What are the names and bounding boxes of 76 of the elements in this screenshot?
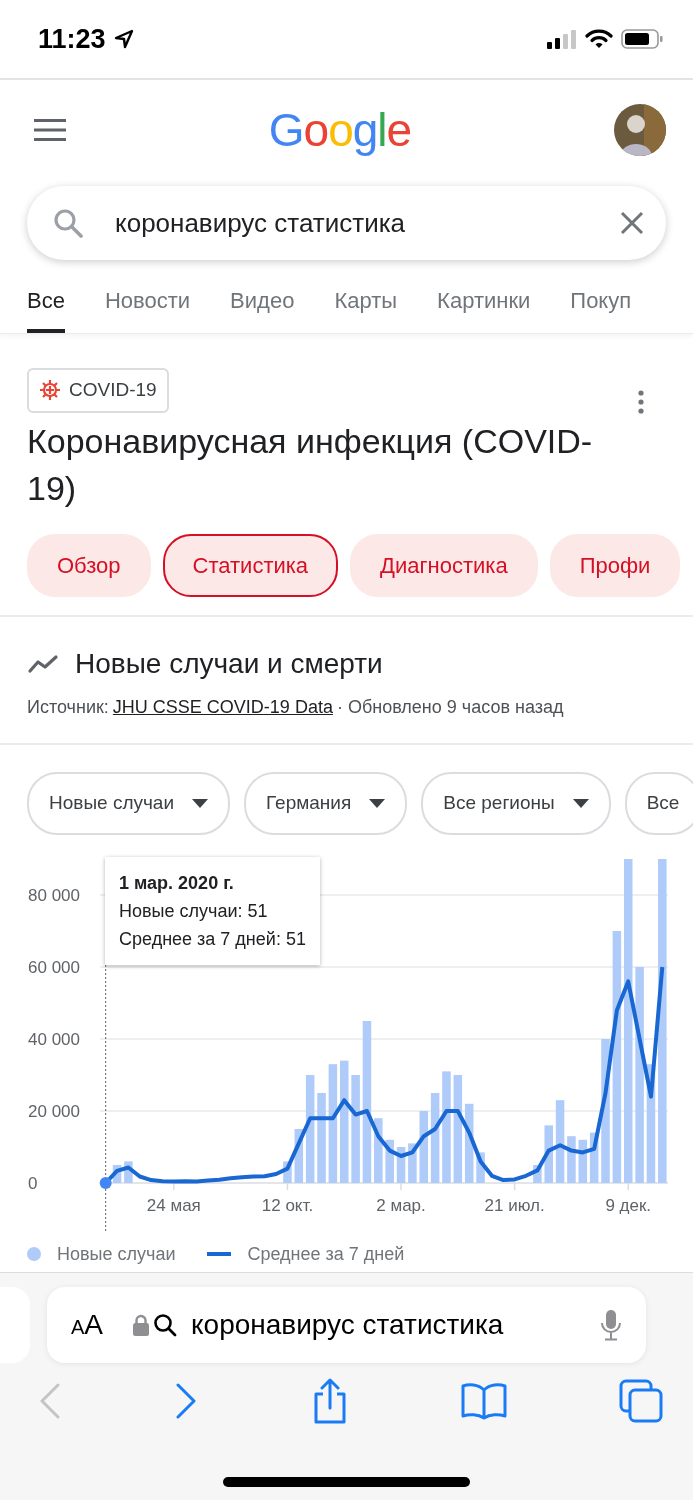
bar [396,1146,406,1183]
trend-icon [27,653,59,675]
microphone-icon[interactable] [600,1309,622,1341]
avatar[interactable] [614,104,666,156]
source-label: Источник: [27,696,109,719]
address-bar[interactable]: AA коронавирус статистика [47,1287,646,1363]
axis-label: 12 окт. [261,1195,314,1215]
tab[interactable]: Все [27,278,65,333]
virus-icon [39,379,61,402]
tooltip-title: 1 мар. 2020 г. [119,871,235,895]
legend-swatch [27,1247,41,1261]
tab[interactable]: Новости [104,278,191,333]
bar [385,1139,394,1183]
bar [533,1164,542,1183]
chip-tab[interactable]: Обзор [27,534,151,597]
tab[interactable]: Картинки [437,278,531,333]
bar [476,1151,485,1183]
dropdown[interactable]: Германия [244,772,408,835]
location-icon [113,29,134,49]
tab[interactable]: Карты [334,278,398,333]
bar [374,1117,383,1183]
logo: Google [268,102,412,158]
axis-label: 9 дек. [605,1195,652,1215]
updated-text: · Обновлено 9 часов назад [336,696,564,719]
menu-icon[interactable] [34,118,66,142]
axis-label: 80 000 [28,885,80,905]
axis-label: 24 мая [146,1195,201,1215]
search-field[interactable]: коронавирус статистика [113,202,590,244]
chip-tab[interactable]: Диагностика [350,534,538,597]
bar [408,1142,417,1183]
source-link[interactable]: JHU CSSE COVID-19 Data [112,694,333,721]
caret-icon [369,798,386,808]
text-size-button[interactable]: AA [71,1304,104,1346]
legend-label: Среднее за 7 дней [247,1242,405,1266]
more-icon[interactable] [637,390,645,414]
legend-swatch [207,1252,232,1256]
bar [283,1160,292,1183]
dropdown[interactable]: Все регионы [421,772,611,835]
book-icon[interactable] [460,1382,507,1420]
bar [589,1132,599,1183]
battery-icon [621,29,663,49]
wifi-icon [585,29,613,49]
axis-label: 0 [28,1173,38,1193]
axis-label: 60 000 [28,957,80,977]
axis-label: 40 000 [28,1029,80,1049]
time-text: 11:23 [38,22,106,56]
tab[interactable]: Видео [230,278,295,333]
caret-icon [192,798,209,808]
hover-dot [99,1176,112,1189]
bar [112,1164,122,1183]
bar [567,1135,576,1183]
section-title: Новые случаи и смерти [75,647,383,681]
topic-chip[interactable]: COVID-19 [27,368,169,413]
axis-label: 2 мар. [376,1195,426,1215]
tabs-icon[interactable] [619,1379,663,1423]
bar [124,1160,133,1183]
legend-label: Новые случаи [57,1242,176,1266]
topic-title: Коронавирусная инфекция (COVID-19) [27,421,594,509]
search-icon [153,1313,178,1337]
tooltip-text: Новые случаи: 51 [119,899,269,923]
dropdown[interactable]: Все [624,772,693,835]
lock-icon [133,1314,150,1336]
axis-label: 21 июл. [484,1195,545,1215]
tab[interactable]: Покуп [570,278,632,333]
search-icon [53,208,83,238]
chip-tab[interactable]: Профи [549,534,681,597]
axis-label: 20 000 [28,1101,80,1121]
signal-icon [547,29,577,49]
dropdown[interactable]: Новые случаи [27,772,231,835]
bar [544,1124,553,1183]
caret-icon [572,798,589,808]
close-icon[interactable] [620,211,644,235]
address-text: коронавирус статистика [191,1308,504,1342]
chip-tab[interactable]: Статистика [162,534,339,597]
tooltip-text: Среднее за 7 дней: 51 [119,927,306,951]
bar [578,1139,588,1183]
